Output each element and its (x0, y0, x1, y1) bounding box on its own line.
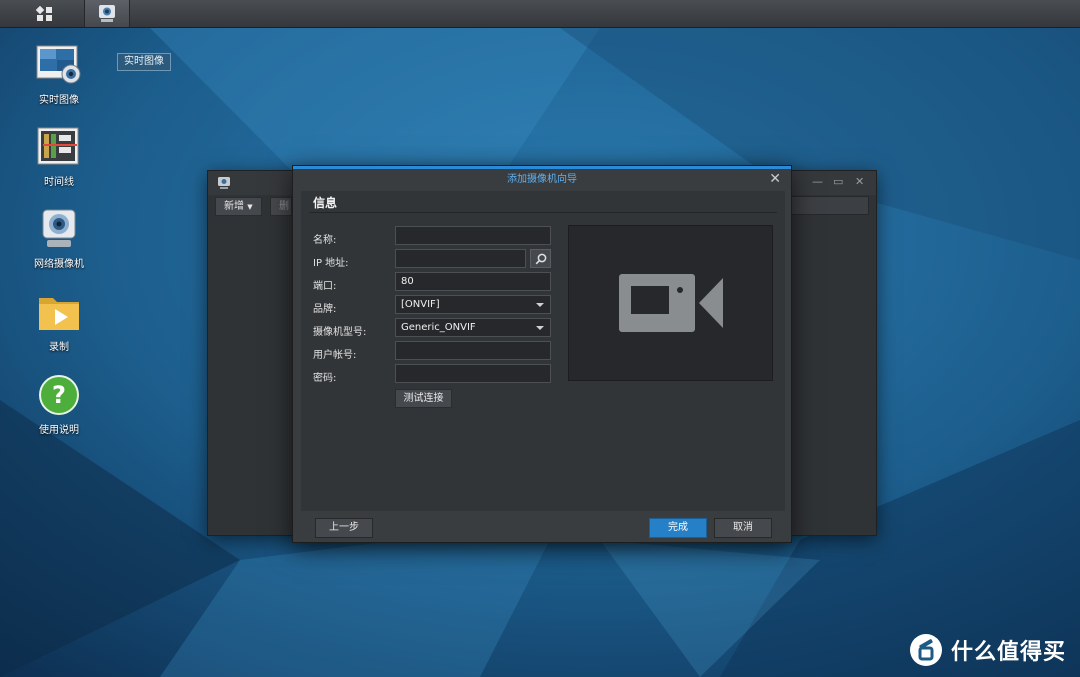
camera-model-select[interactable]: Generic_ONVIF (395, 318, 551, 337)
name-field[interactable] (395, 226, 551, 245)
model-label: 摄像机型号: (313, 327, 367, 338)
password-label: 密码: (313, 373, 337, 384)
section-title: 信息 (313, 196, 338, 210)
brand-select[interactable]: [ONVIF] (395, 295, 551, 314)
add-camera-wizard-dialog: 添加摄像机向导 ✕ 信息 名称: IP 地址: 端口: 80 品牌: [ONVI… (292, 165, 792, 543)
dialog-body: 信息 名称: IP 地址: 端口: 80 品牌: [ONVIF] 摄像机型号: … (301, 191, 785, 511)
search-icon (535, 253, 546, 264)
surveillance-app-icon (99, 4, 115, 22)
desktop-icon-label: 时间线 (44, 177, 74, 188)
port-label: 端口: (313, 281, 337, 292)
desktop-icon-label: 使用说明 (39, 425, 79, 436)
live-view-icon (36, 45, 81, 84)
desktop-icon-label: 实时图像 (39, 95, 79, 106)
cancel-button[interactable]: 取消 (714, 518, 772, 538)
ip-search-button[interactable] (530, 249, 551, 268)
close-icon[interactable]: ✕ (769, 171, 781, 187)
ip-address-field[interactable] (395, 249, 526, 268)
username-field[interactable] (395, 341, 551, 360)
desktop-icon-label: 网络摄像机 (34, 259, 84, 270)
recording-folder-icon (39, 298, 79, 330)
port-field[interactable]: 80 (395, 272, 551, 291)
camera-model-select-value: Generic_ONVIF (401, 322, 476, 333)
camera-preview (568, 225, 773, 381)
minimize-icon[interactable]: — (812, 175, 823, 188)
add-button[interactable]: 新增 ▼ (215, 197, 262, 216)
maximize-icon[interactable]: ▭ (833, 175, 843, 188)
close-icon[interactable]: ✕ (855, 175, 864, 188)
finish-button[interactable]: 完成 (649, 518, 707, 538)
delete-button[interactable]: 删除 (270, 197, 292, 216)
password-field[interactable] (395, 364, 551, 383)
desktop-icon-ip-camera[interactable]: 网络摄像机 (19, 206, 99, 270)
watermark: 什么值得买 (909, 633, 1066, 667)
desktop-icon-recording[interactable]: 录制 (19, 289, 99, 353)
search-input[interactable] (791, 196, 869, 215)
timeline-icon (37, 127, 79, 165)
main-menu-button[interactable] (22, 0, 68, 27)
surveillance-app-taskbar-button[interactable] (84, 0, 130, 27)
desktop-icon-live-view[interactable]: 实时图像 (19, 42, 99, 106)
dialog-title: 添加摄像机向导 (507, 174, 577, 185)
username-label: 用户帐号: (313, 350, 357, 361)
delete-button-label: 删除 (279, 201, 289, 212)
desktop-tooltip: 实时图像 (117, 53, 171, 71)
taskbar (0, 0, 1080, 28)
brand-select-value: [ONVIF] (401, 299, 440, 310)
brand-label: 品牌: (313, 304, 337, 315)
ip-camera-app-icon (218, 177, 230, 189)
ip-label: IP 地址: (313, 258, 349, 269)
test-connection-button[interactable]: 测试连接 (395, 389, 452, 408)
section-divider (309, 212, 777, 213)
video-camera-icon (618, 274, 723, 332)
desktop-icon-timeline[interactable]: 时间线 (19, 124, 99, 188)
ip-camera-icon (42, 209, 76, 247)
desktop-icon-label: 录制 (49, 342, 69, 353)
smzdm-logo (910, 634, 942, 666)
svg-text:?: ? (52, 381, 66, 409)
add-button-label: 新增 (224, 201, 244, 212)
desktop-icon-help[interactable]: ? 使用说明 (19, 372, 99, 436)
help-icon: ? (39, 375, 79, 415)
previous-button[interactable]: 上一步 (315, 518, 373, 538)
name-label: 名称: (313, 235, 337, 246)
chevron-down-icon: ▼ (247, 203, 253, 211)
watermark-text: 什么值得买 (951, 640, 1067, 665)
main-menu-icon (36, 5, 52, 21)
